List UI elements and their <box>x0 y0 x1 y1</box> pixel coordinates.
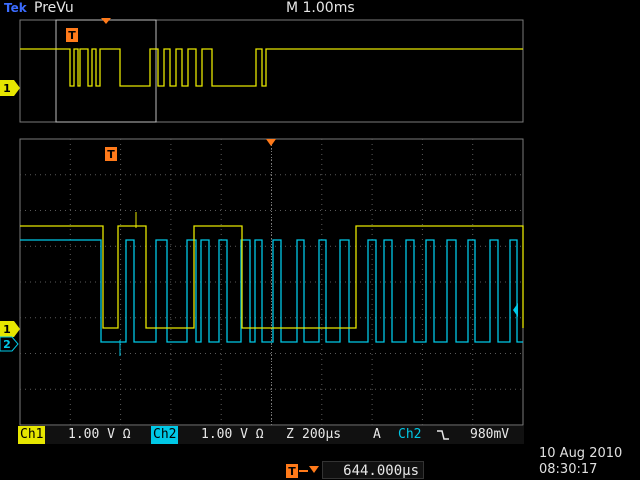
svg-text:T: T <box>107 148 115 161</box>
zoom-trigger-marker: T <box>105 147 117 161</box>
overview-ch1-level-marker[interactable]: 1 <box>0 80 20 96</box>
trigger-position-readout[interactable]: 644.000µs <box>322 461 424 479</box>
channel-status-bar: Ch1 1.00 V Ω Ch2 1.00 V Ω Z 200µs A Ch2 … <box>18 426 524 444</box>
ch1-label[interactable]: Ch1 <box>18 426 46 444</box>
ch1-scale: 1.00 V Ω <box>68 427 131 442</box>
trigger-source: Ch2 <box>398 427 422 442</box>
overview-trigger-marker: T <box>66 28 78 42</box>
date-readout: 10 Aug 2010 <box>539 446 623 461</box>
svg-text:T: T <box>68 29 76 42</box>
ch2-label[interactable]: Ch2 <box>151 426 179 444</box>
ch2-level-marker[interactable]: 2 <box>0 336 19 352</box>
zoom-scale: 200µs <box>302 427 342 442</box>
trigger-level: 980mV <box>470 427 510 442</box>
svg-text:1: 1 <box>3 323 11 336</box>
trigger-label: A <box>373 427 381 442</box>
falling-edge-icon <box>437 430 449 440</box>
trigger-position-icon: T <box>286 464 319 478</box>
svg-text:2: 2 <box>3 338 11 351</box>
svg-text:1: 1 <box>3 82 11 95</box>
zoom-window <box>19 138 524 426</box>
time-readout: 08:30:17 <box>539 462 598 477</box>
overview-window <box>19 18 524 123</box>
waveform-display: T 1 T 1 2 <box>0 18 524 426</box>
zoom-label: Z <box>286 427 294 442</box>
ch2-scale: 1.00 V Ω <box>201 427 264 442</box>
ch1-level-marker[interactable]: 1 <box>0 321 20 337</box>
svg-text:T: T <box>288 465 296 478</box>
